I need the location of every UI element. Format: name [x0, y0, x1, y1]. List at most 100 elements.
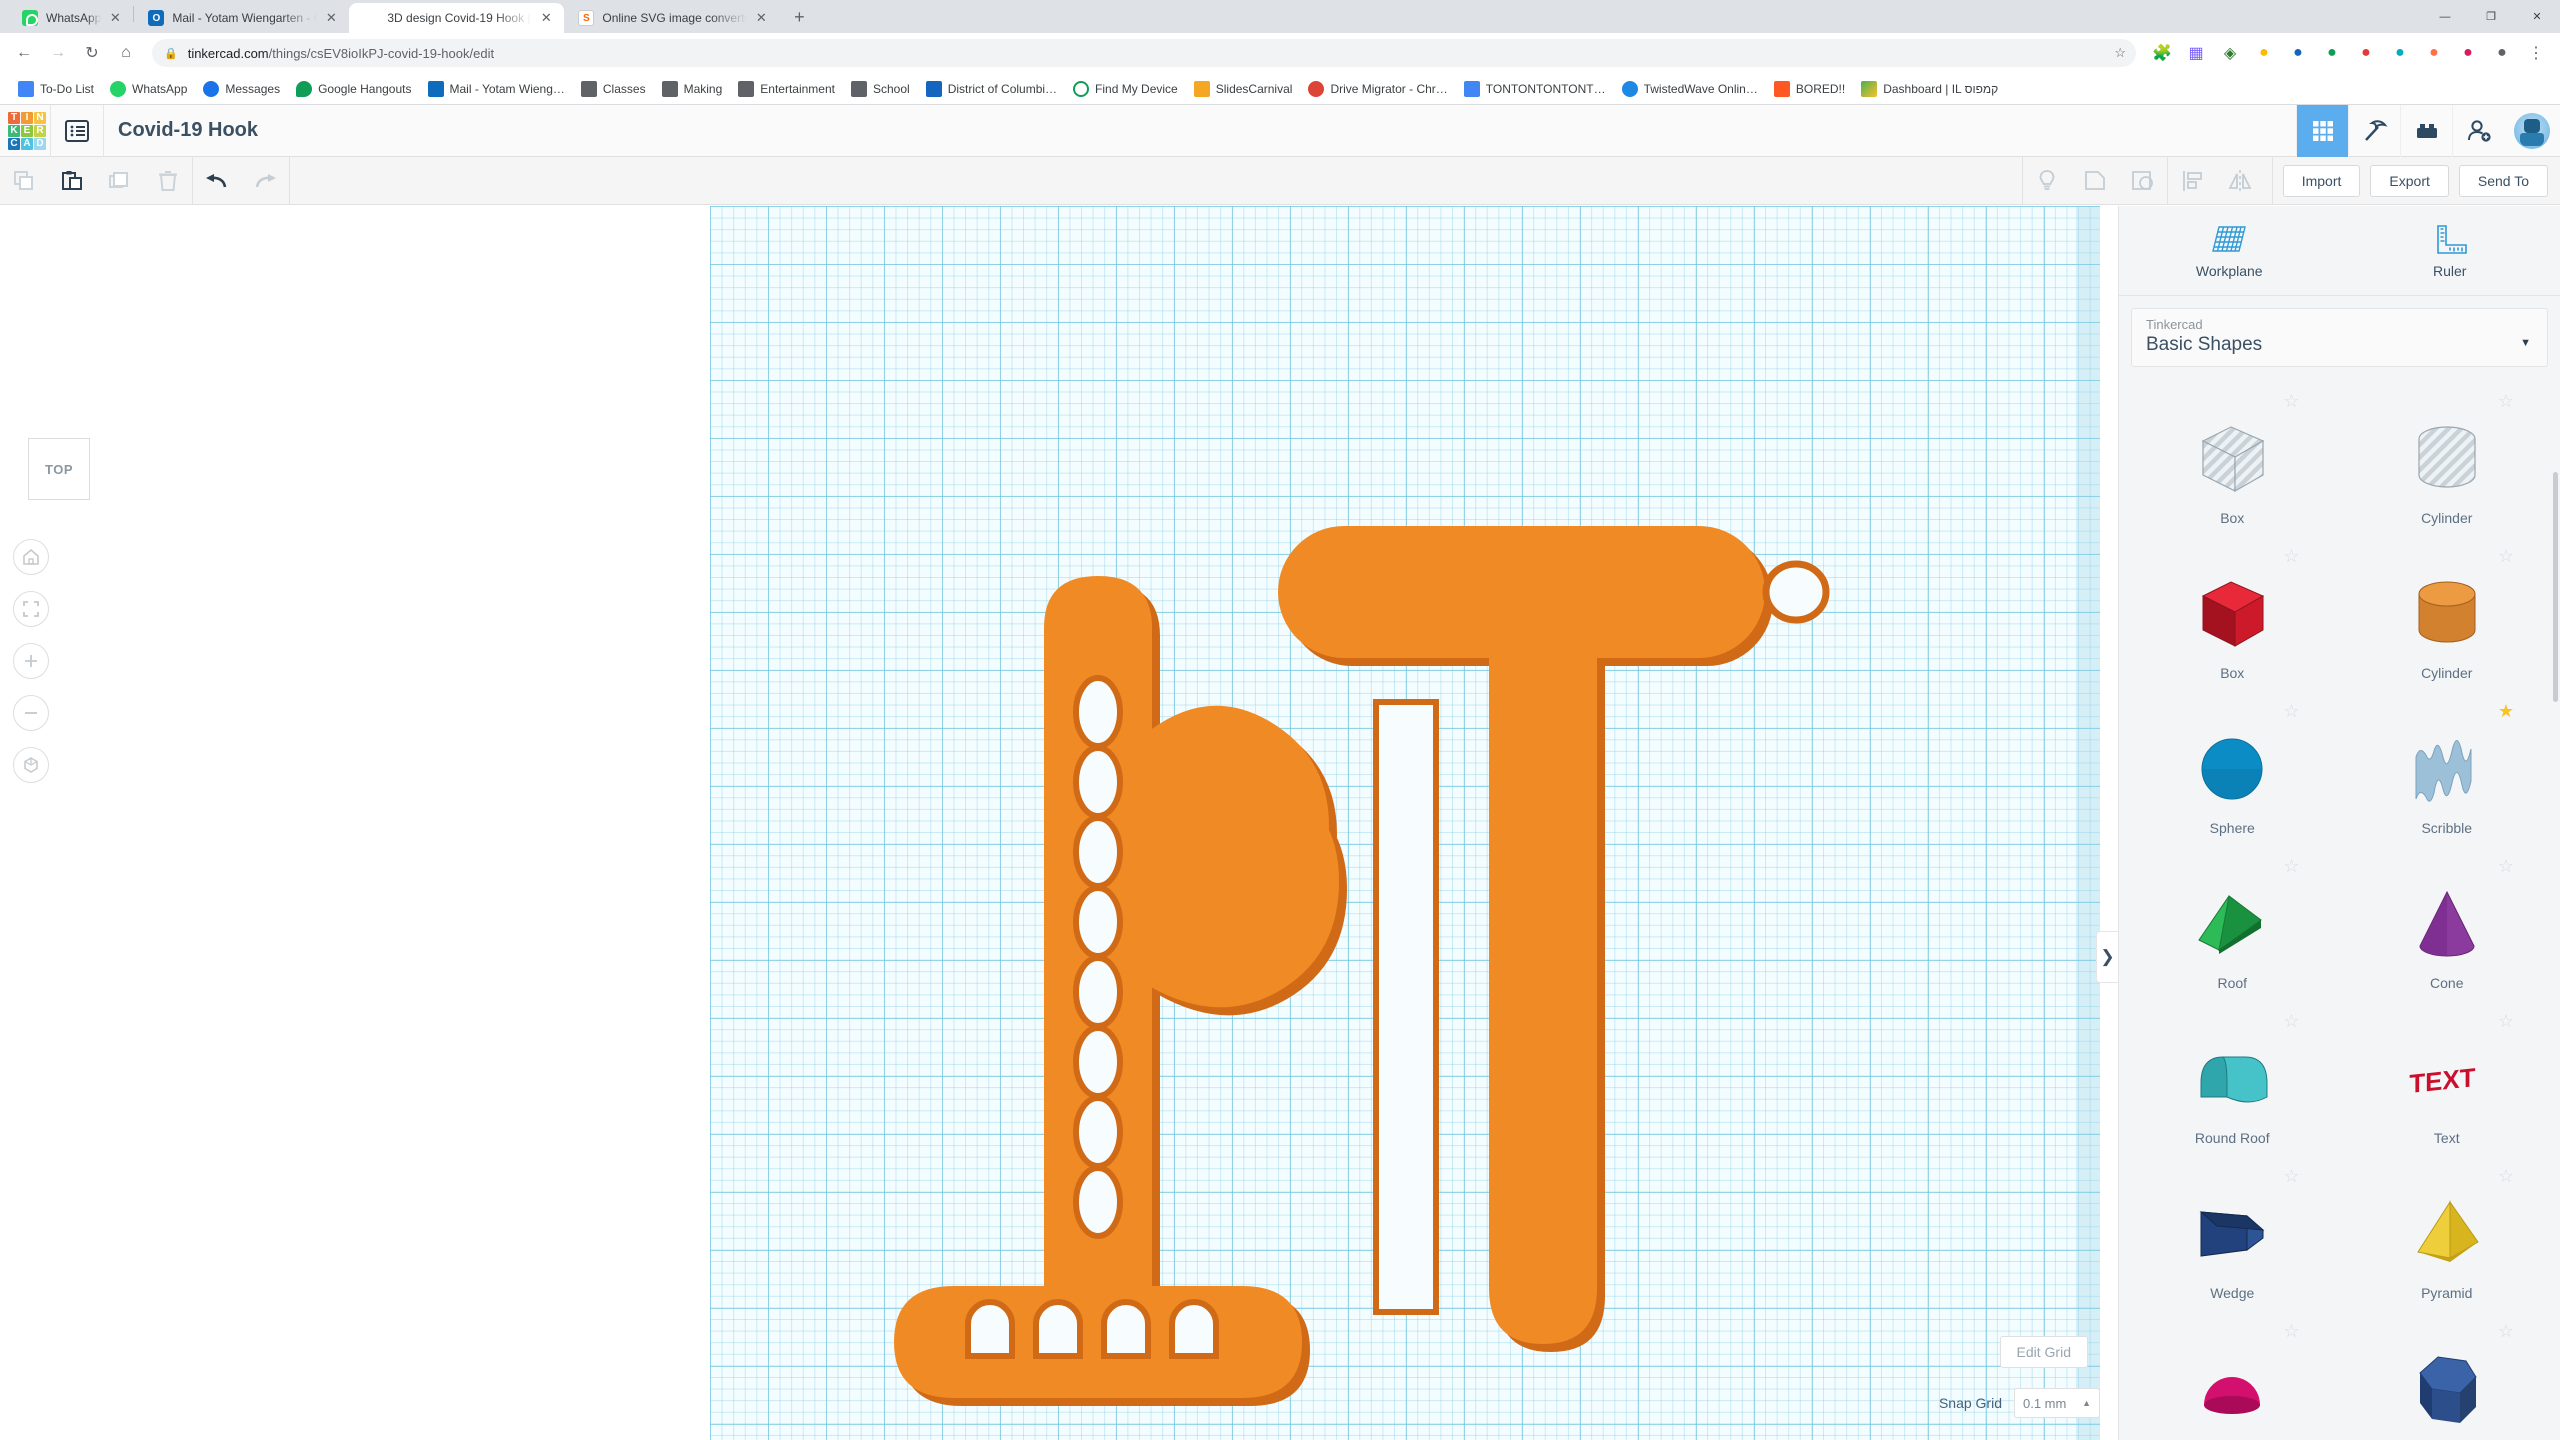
chrome-menu-button[interactable]: ⋮ — [2520, 37, 2552, 69]
shape-item-polygon[interactable]: ☆ Polygon — [2340, 1309, 2555, 1440]
ortho-perspective-button[interactable] — [13, 747, 49, 783]
extension-icon-7[interactable]: ● — [2452, 37, 2484, 69]
bookmark-slidescarnival[interactable]: SlidesCarnival — [1186, 77, 1301, 101]
extension-icon-4[interactable]: ● — [2350, 37, 2382, 69]
pickaxe-icon[interactable] — [2348, 105, 2400, 157]
bookmark-google-hangouts[interactable]: Google Hangouts — [288, 77, 419, 101]
bookmark-bored[interactable]: BORED!! — [1766, 77, 1853, 101]
extension-icon-3[interactable]: ● — [2316, 37, 2348, 69]
back-button[interactable]: ← — [8, 37, 40, 69]
ruler-tool[interactable]: Ruler — [2340, 206, 2560, 295]
browser-tab-outlook[interactable]: Mail - Yotam Wiengarten - Outlook ✕ — [134, 3, 350, 33]
favorite-star-icon[interactable]: ☆ — [2498, 1166, 2514, 1187]
bookmark-messages[interactable]: Messages — [195, 77, 288, 101]
ungroup-shapes-icon[interactable] — [2119, 157, 2167, 205]
favorite-star-icon[interactable]: ☆ — [2283, 701, 2299, 722]
designs-list-icon[interactable] — [51, 105, 103, 157]
browser-tab-whatsapp[interactable]: WhatsApp ✕ — [8, 3, 134, 33]
lightbulb-icon[interactable] — [2023, 157, 2071, 205]
reload-button[interactable]: ↻ — [76, 37, 108, 69]
bookmark-drive-migrator[interactable]: Drive Migrator - Chr… — [1300, 77, 1455, 101]
extension-icon-2[interactable]: ● — [2282, 37, 2314, 69]
forward-button[interactable]: → — [42, 37, 74, 69]
bookmark-folder-school[interactable]: School — [843, 77, 918, 101]
favorite-star-icon[interactable]: ☆ — [2498, 1321, 2514, 1342]
group-shapes-icon[interactable] — [2071, 157, 2119, 205]
shape-grid[interactable]: ☆ Box ☆ Cylinder ☆ Box ☆ Cylinder ☆ Sphe… — [2119, 379, 2560, 1440]
favorite-star-icon[interactable]: ☆ — [2283, 546, 2299, 567]
shield-extension-icon[interactable]: ◈ — [2214, 37, 2246, 69]
copy-icon[interactable] — [0, 157, 48, 205]
shape-item-cylinder-hole[interactable]: ☆ Cylinder — [2340, 379, 2555, 534]
panel-collapse-button[interactable]: ❯ — [2096, 931, 2118, 983]
export-button[interactable]: Export — [2370, 164, 2449, 197]
shape-item-pyramid[interactable]: ☆ Pyramid — [2340, 1154, 2555, 1309]
avatar[interactable] — [2514, 113, 2550, 149]
page-title[interactable]: Covid-19 Hook — [118, 119, 258, 142]
mirror-icon[interactable] — [2216, 157, 2264, 205]
favorite-star-icon[interactable]: ☆ — [2283, 856, 2299, 877]
extension-icon-5[interactable]: ● — [2384, 37, 2416, 69]
close-icon[interactable]: ✕ — [321, 8, 341, 28]
favorite-star-icon[interactable]: ☆ — [2283, 1011, 2299, 1032]
duplicate-icon[interactable] — [96, 157, 144, 205]
fit-to-view-button[interactable] — [13, 591, 49, 627]
close-window-button[interactable]: ✕ — [2514, 0, 2560, 33]
close-icon[interactable]: ✕ — [536, 8, 556, 28]
extension-icon-6[interactable]: ● — [2418, 37, 2450, 69]
tinkercad-logo[interactable]: T I N K E R C A D — [4, 108, 50, 154]
bookmark-district-of-columbia[interactable]: District of Columbi… — [918, 77, 1065, 101]
bookmark-folder-making[interactable]: Making — [654, 77, 731, 101]
apps-grid-icon[interactable]: ▦ — [2180, 37, 2212, 69]
favorite-star-icon[interactable]: ☆ — [2498, 1011, 2514, 1032]
favorite-star-icon[interactable]: ☆ — [2283, 391, 2299, 412]
minimize-button[interactable]: — — [2422, 0, 2468, 33]
bookmark-outlook-mail[interactable]: Mail - Yotam Wieng… — [420, 77, 573, 101]
add-person-icon[interactable] — [2452, 105, 2504, 157]
extension-icon-1[interactable]: ● — [2248, 37, 2280, 69]
browser-tab-svg-converter[interactable]: Online SVG image converter ✕ — [564, 3, 780, 33]
shape-item-box[interactable]: ☆ Box — [2125, 534, 2340, 689]
align-icon[interactable] — [2168, 157, 2216, 205]
shape-item-scribble[interactable]: ★ Scribble — [2340, 689, 2555, 844]
address-bar[interactable]: 🔒 tinkercad.com/things/csEV8ioIkPJ-covid… — [152, 39, 2136, 67]
new-tab-button[interactable]: + — [785, 3, 813, 31]
shape-library-select[interactable]: Tinkercad Basic Shapes ▼ — [2131, 308, 2548, 367]
paste-icon[interactable] — [48, 157, 96, 205]
trash-icon[interactable] — [144, 157, 192, 205]
home-view-button[interactable] — [13, 539, 49, 575]
bookmark-star-icon[interactable]: ☆ — [2114, 45, 2126, 61]
import-button[interactable]: Import — [2282, 164, 2361, 197]
undo-arrow-icon[interactable] — [193, 157, 241, 205]
bookmark-folder-entertainment[interactable]: Entertainment — [730, 77, 843, 101]
workplane-tool[interactable]: Workplane — [2119, 206, 2340, 295]
covid-19-hook-model[interactable] — [700, 516, 2000, 1440]
bookmark-to-do-list[interactable]: To-Do List — [10, 77, 102, 101]
bookmark-whatsapp[interactable]: WhatsApp — [102, 77, 195, 101]
favorite-star-icon[interactable]: ☆ — [2498, 546, 2514, 567]
zoom-in-button[interactable] — [13, 643, 49, 679]
shape-item-text[interactable]: ☆ TEXT Text — [2340, 999, 2555, 1154]
extensions-puzzle-icon[interactable]: 🧩 — [2146, 37, 2178, 69]
favorite-star-icon[interactable]: ☆ — [2283, 1321, 2299, 1342]
maximize-button[interactable]: ❐ — [2468, 0, 2514, 33]
browser-tab-tinkercad[interactable]: 3D design Covid-19 Hook | Tinkercad ✕ — [349, 3, 565, 33]
grid-icon[interactable] — [2296, 105, 2348, 157]
bookmark-tontontont[interactable]: TONTONTONTONT… — [1456, 77, 1614, 101]
shape-item-round-roof[interactable]: ☆ Round Roof — [2125, 999, 2340, 1154]
bookmark-find-my-device[interactable]: Find My Device — [1065, 77, 1186, 101]
bookmark-dashboard-il[interactable]: Dashboard | IL קמפוס — [1853, 77, 2006, 101]
shape-item-box-hole[interactable]: ☆ Box — [2125, 379, 2340, 534]
home-button[interactable]: ⌂ — [110, 37, 142, 69]
close-icon[interactable]: ✕ — [105, 8, 125, 28]
favorite-star-icon[interactable]: ★ — [2498, 701, 2514, 722]
shape-item-cone[interactable]: ☆ Cone — [2340, 844, 2555, 999]
edit-grid-button[interactable]: Edit Grid — [1999, 1336, 2088, 1368]
shape-item-half-sphere[interactable]: ☆ Half Sphere — [2125, 1309, 2340, 1440]
3d-canvas[interactable]: Workplane — [0, 206, 2118, 1440]
panel-scrollbar[interactable] — [2553, 472, 2558, 702]
lego-brick-icon[interactable] — [2400, 105, 2452, 157]
favorite-star-icon[interactable]: ☆ — [2498, 856, 2514, 877]
bookmark-twistedwave[interactable]: TwistedWave Onlin… — [1614, 77, 1766, 101]
zoom-out-button[interactable] — [13, 695, 49, 731]
